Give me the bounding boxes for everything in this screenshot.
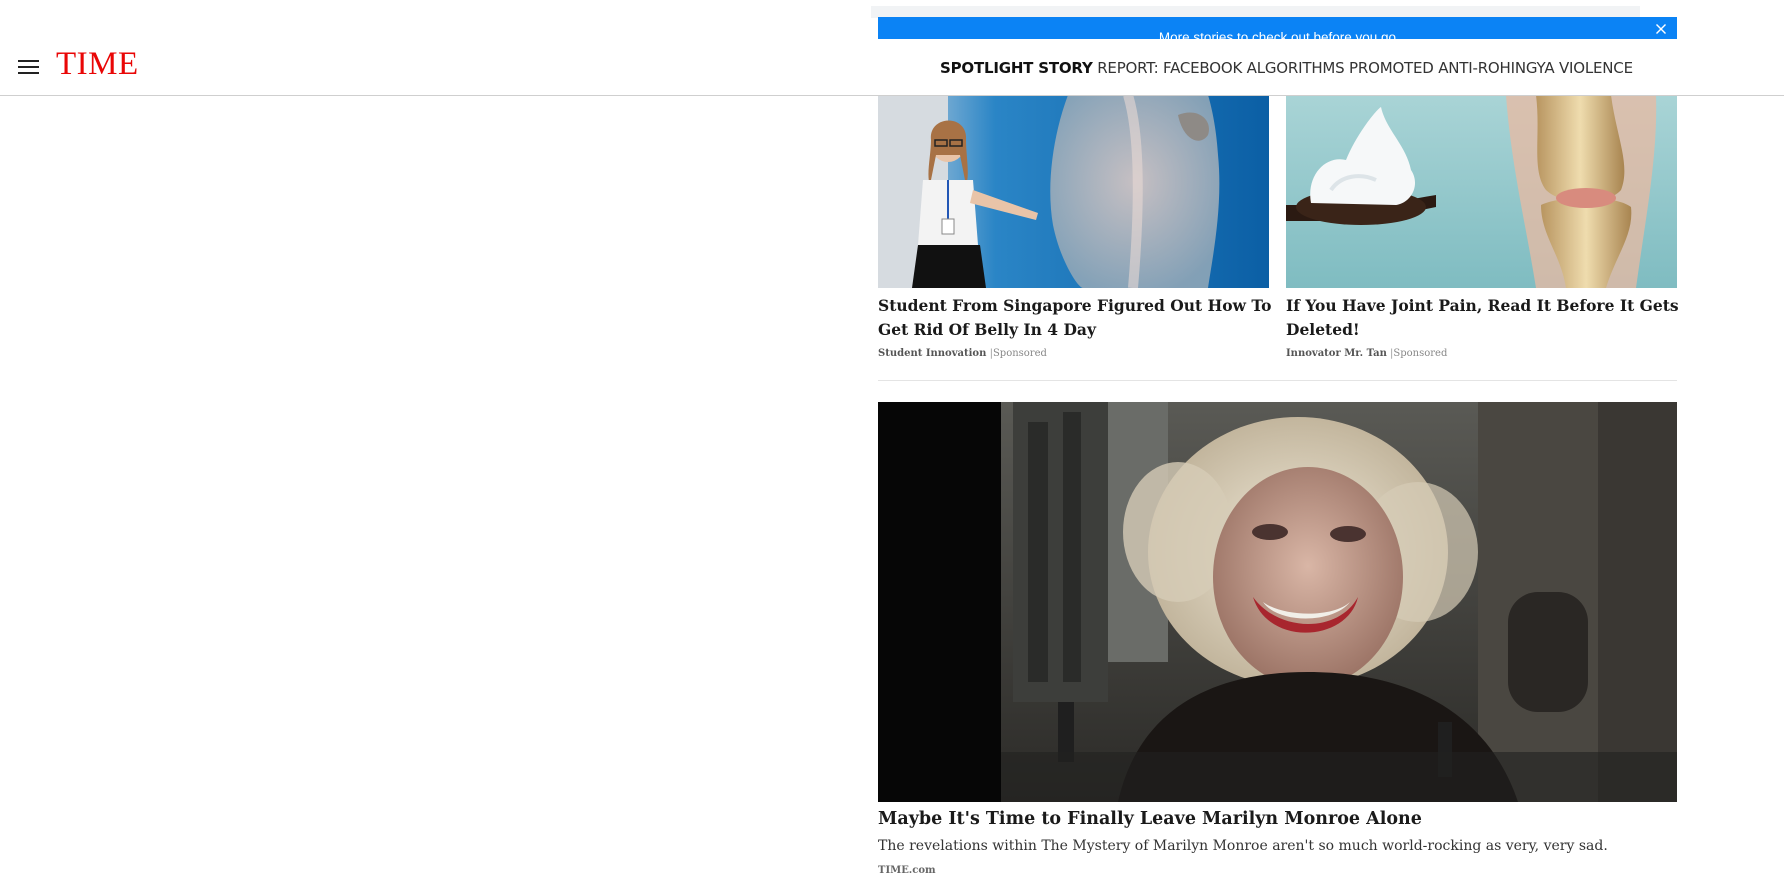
feature-title[interactable]: Maybe It's Time to Finally Leave Marilyn… bbox=[878, 809, 1422, 829]
page: TIME SPOTLIGHT STORY REPORT: FACEBOOK AL… bbox=[0, 0, 1784, 879]
marilyn-monroe-photo bbox=[878, 402, 1677, 802]
spotlight-story-link[interactable]: SPOTLIGHT STORY REPORT: FACEBOOK ALGORIT… bbox=[940, 59, 1633, 77]
sponsored-source-name[interactable]: Student Innovation bbox=[878, 348, 986, 359]
more-stories-text[interactable]: More stories to check out before you go bbox=[878, 30, 1677, 39]
sponsored-source-joint: Innovator Mr. Tan |Sponsored bbox=[1286, 348, 1448, 359]
feature-source[interactable]: TIME.com bbox=[878, 865, 936, 876]
sponsored-title-belly[interactable]: Student From Singapore Figured Out How T… bbox=[878, 294, 1274, 342]
hamburger-menu-icon[interactable] bbox=[18, 60, 39, 74]
belly-illustration bbox=[878, 95, 1269, 288]
joint-illustration bbox=[1286, 95, 1677, 288]
sponsored-image-joint[interactable] bbox=[1286, 95, 1677, 288]
spotlight-headline: REPORT: FACEBOOK ALGORITHMS PROMOTED ANT… bbox=[1097, 59, 1633, 77]
more-stories-bar[interactable]: More stories to check out before you go bbox=[878, 17, 1677, 39]
sponsored-source-name[interactable]: Innovator Mr. Tan bbox=[1286, 348, 1387, 359]
sponsored-label: Sponsored bbox=[992, 348, 1047, 359]
sponsored-image-belly[interactable] bbox=[878, 95, 1269, 288]
spotlight-label: SPOTLIGHT STORY bbox=[940, 59, 1093, 77]
sponsored-title-joint[interactable]: If You Have Joint Pain, Read It Before I… bbox=[1286, 294, 1682, 342]
time-logo[interactable]: TIME bbox=[56, 48, 139, 81]
sponsored-source-belly: Student Innovation |Sponsored bbox=[878, 348, 1047, 359]
section-divider bbox=[878, 380, 1677, 381]
close-icon[interactable] bbox=[1655, 23, 1667, 35]
feature-image[interactable] bbox=[878, 402, 1677, 802]
sponsored-label: Sponsored bbox=[1393, 348, 1448, 359]
feature-description: The revelations within The Mystery of Ma… bbox=[878, 838, 1608, 854]
